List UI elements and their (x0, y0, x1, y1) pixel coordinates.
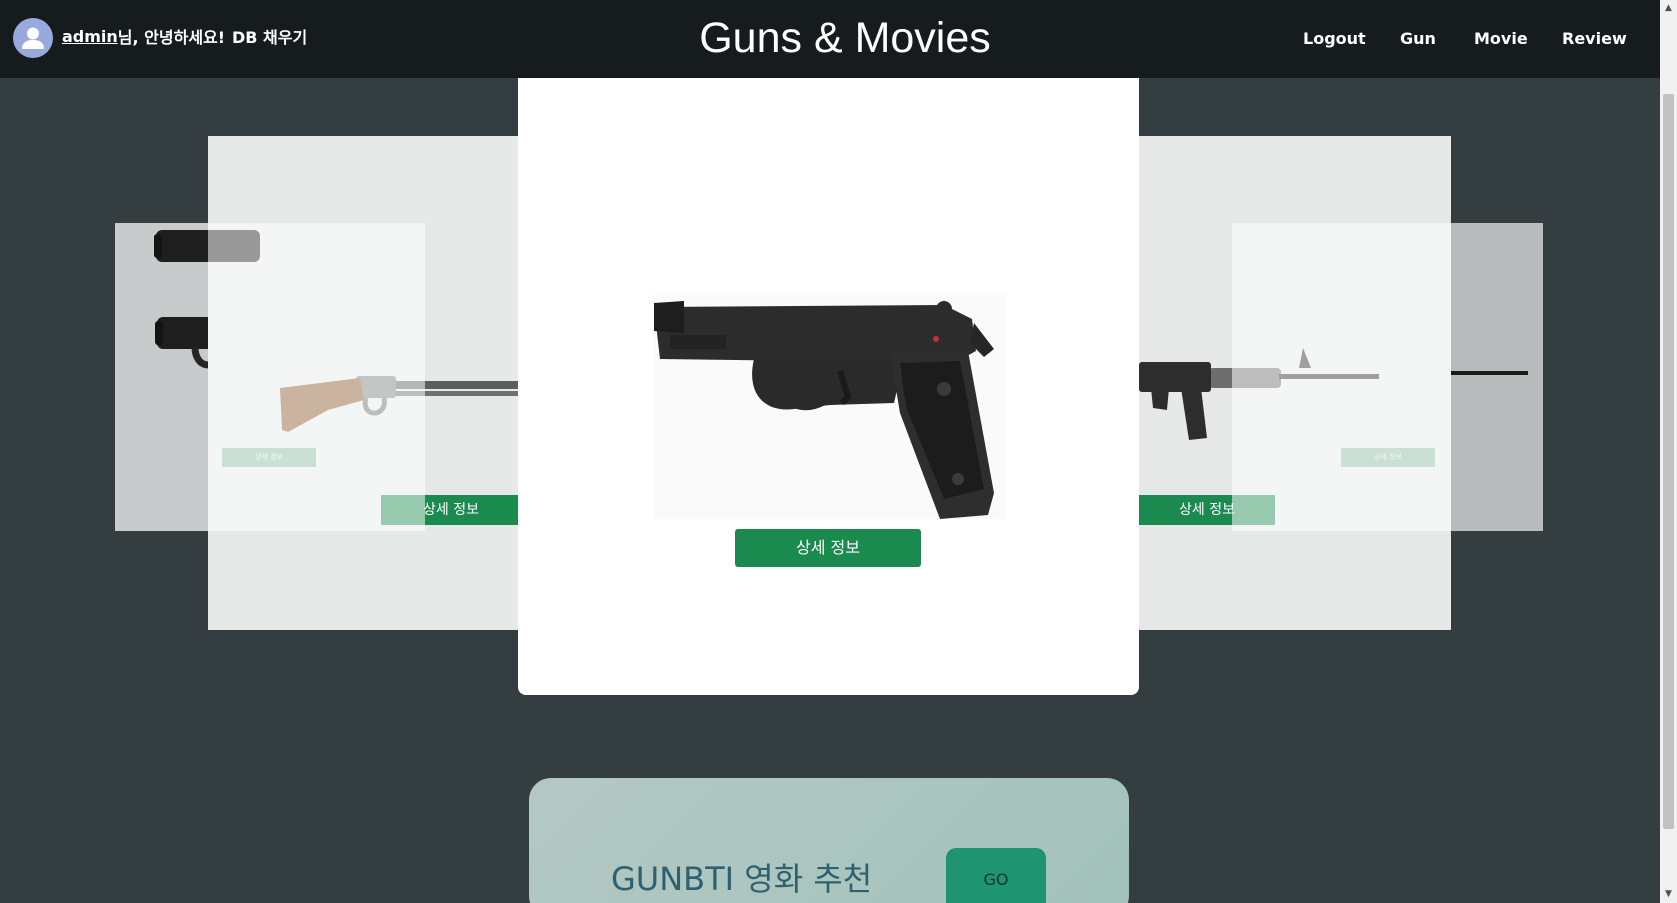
nav-gun[interactable]: Gun (1400, 27, 1436, 51)
greeting-suffix: 님, 안녕하세요! (117, 28, 226, 47)
user-avatar-icon[interactable] (13, 18, 53, 58)
carousel-card-center[interactable]: 상세 정보 (518, 78, 1139, 695)
card-fade-overlay-left (208, 223, 425, 531)
scroll-down-arrow-icon[interactable]: ▼ (1660, 886, 1677, 903)
db-fill-link[interactable]: DB 채우기 (232, 24, 307, 48)
site-title[interactable]: Guns & Movies (645, 12, 1045, 64)
scrollbar-thumb[interactable] (1663, 94, 1674, 829)
carousel-card-near-right[interactable]: 상세 정보 상세 정보 (1139, 136, 1451, 630)
beretta-pistol-image (654, 293, 1006, 519)
gunbti-recommend-panel: GUNBTI 영화 추천 GO (529, 778, 1129, 903)
gunbti-title: GUNBTI 영화 추천 (611, 860, 873, 898)
nav-review[interactable]: Review (1562, 27, 1627, 51)
nav-logout[interactable]: Logout (1303, 27, 1366, 51)
username-link[interactable]: admin (62, 27, 118, 46)
ghost-detail-button-right: 상세 정보 (1341, 448, 1435, 467)
carousel-card-near-left[interactable]: 상세 정보 상세 정보 (154, 136, 521, 630)
scroll-up-arrow-icon[interactable]: ▲ (1660, 0, 1677, 17)
card-fade-overlay-right (1232, 223, 1451, 531)
nav-movie[interactable]: Movie (1474, 27, 1528, 51)
page-scrollbar[interactable]: ▲ ▼ (1660, 0, 1677, 903)
top-navbar: admin 님, 안녕하세요! DB 채우기 Guns & Movies Logo… (0, 0, 1660, 78)
user-greeting: admin 님, 안녕하세요! (62, 24, 225, 48)
go-button[interactable]: GO (946, 848, 1046, 903)
user-silhouette-icon (22, 27, 44, 49)
ghost-detail-button-left: 상세 정보 (222, 448, 316, 467)
detail-button-center[interactable]: 상세 정보 (735, 529, 921, 567)
